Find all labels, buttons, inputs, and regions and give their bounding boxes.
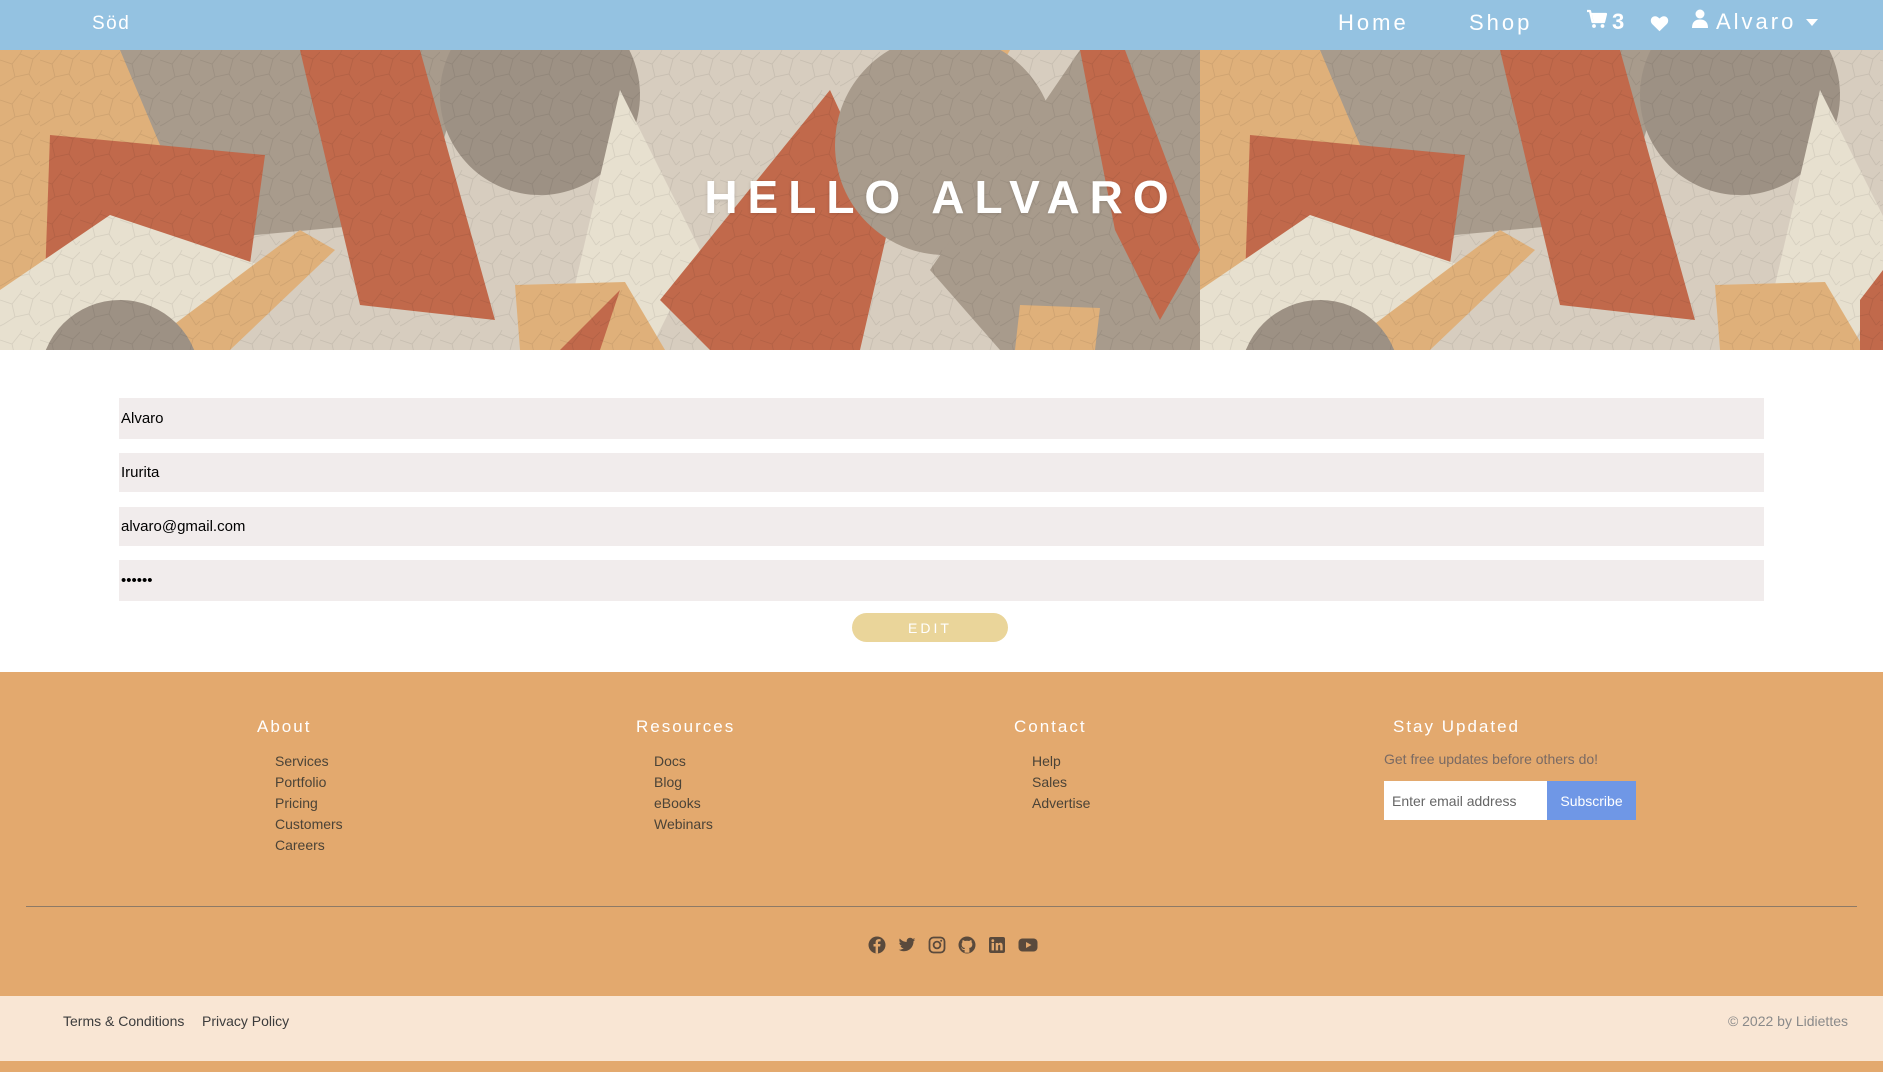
cart-icon [1586,9,1608,35]
instagram-icon[interactable] [928,936,946,954]
user-name: Alvaro [1716,9,1797,34]
footer: About Services Portfolio Pricing Custome… [0,672,1883,996]
linkedin-icon[interactable] [988,936,1006,954]
user-menu-toggle[interactable]: Alvaro [1692,9,1819,35]
chevron-down-icon [1806,18,1819,26]
page-title: HELLO ALVARO [704,171,1179,223]
footer-resources-column: Resources Docs Blog eBooks Webinars [636,717,735,835]
last-name-field[interactable] [119,453,1764,492]
copyright-text: © 2022 by Lidiettes [1727,1013,1848,1029]
newsletter-email-input[interactable] [1384,781,1547,820]
newsletter-form: Subscribe [1384,781,1636,820]
privacy-link[interactable]: Privacy Policy [202,1013,289,1029]
footer-newsletter-heading: Stay Updated [1393,717,1521,736]
bottom-bar: Terms & Conditions Privacy Policy © 2022… [0,996,1883,1061]
password-field[interactable] [119,560,1764,601]
cart-count: 3 [1612,9,1626,34]
youtube-icon[interactable] [1018,936,1038,954]
footer-contact-heading: Contact [1014,717,1087,736]
navbar: Söd Home Shop 3 Alvaro [0,0,1883,50]
subscribe-button[interactable]: Subscribe [1547,781,1636,820]
edit-button[interactable]: EDIT [852,613,1008,642]
footer-link-sales[interactable]: Sales [1032,772,1090,793]
brand-logo[interactable]: Söd [92,13,130,35]
profile-form: EDIT [0,350,1883,672]
first-name-field[interactable] [119,398,1764,439]
footer-link-webinars[interactable]: Webinars [654,814,735,835]
footer-link-blog[interactable]: Blog [654,772,735,793]
footer-link-customers[interactable]: Customers [275,814,343,835]
footer-about-heading: About [257,717,312,736]
footer-divider [26,906,1857,907]
social-links [868,936,1038,954]
footer-link-ebooks[interactable]: eBooks [654,793,735,814]
footer-link-help[interactable]: Help [1032,751,1090,772]
hero-banner: HELLO ALVARO [0,50,1883,350]
newsletter-text: Get free updates before others do! [1384,751,1599,767]
heart-icon [1650,12,1669,37]
footer-link-advertise[interactable]: Advertise [1032,793,1090,814]
email-field[interactable] [119,507,1764,546]
footer-link-services[interactable]: Services [275,751,343,772]
nav-cart-link[interactable]: 3 [1586,9,1625,35]
twitter-icon[interactable] [898,936,916,954]
user-icon [1692,9,1708,35]
footer-resources-heading: Resources [636,717,736,736]
footer-newsletter-column: Stay Updated Get free updates before oth… [1384,717,1636,820]
nav-home-link[interactable]: Home [1338,10,1409,36]
github-icon[interactable] [958,936,976,954]
footer-link-docs[interactable]: Docs [654,751,735,772]
footer-about-column: About Services Portfolio Pricing Custome… [257,717,343,856]
footer-link-portfolio[interactable]: Portfolio [275,772,343,793]
facebook-icon[interactable] [868,936,886,954]
nav-shop-link[interactable]: Shop [1469,10,1532,36]
footer-link-pricing[interactable]: Pricing [275,793,343,814]
terms-link[interactable]: Terms & Conditions [63,1013,184,1029]
favorites-link[interactable] [1650,12,1669,38]
footer-contact-column: Contact Help Sales Advertise [1014,717,1090,814]
footer-link-careers[interactable]: Careers [275,835,343,856]
